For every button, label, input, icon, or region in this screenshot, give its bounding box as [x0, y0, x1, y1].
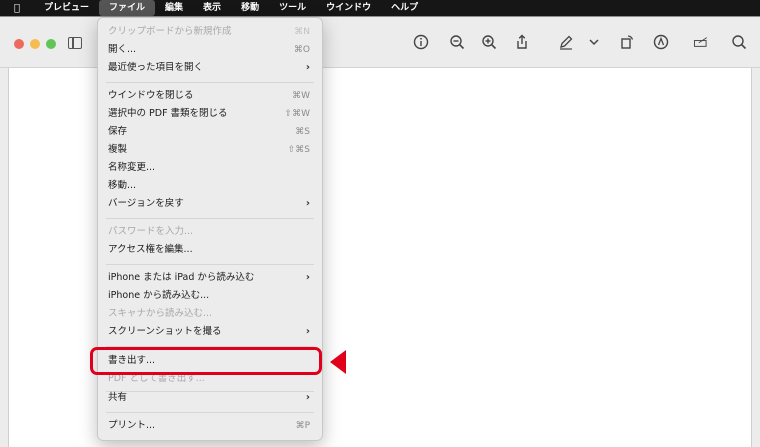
menu-bar:  プレビュー ファイル 編集 表示 移動 ツール ウインドウ ヘルプ [0, 0, 760, 16]
menu-item-rename[interactable]: 名称変更... [98, 160, 322, 176]
zoom-window-button[interactable] [46, 39, 56, 49]
menu-item-new-from-clipboard[interactable]: クリップボードから新規作成 ⌘N [98, 24, 322, 40]
zoom-in-icon[interactable] [480, 34, 498, 52]
chevron-right-icon: › [305, 62, 310, 73]
menu-item-import-from-scanner[interactable]: スキャナから読み込む... [98, 306, 322, 322]
menu-separator [106, 412, 314, 413]
menubar-app[interactable]: プレビュー [34, 0, 99, 16]
share-icon[interactable] [513, 34, 531, 52]
menu-item-edit-permissions[interactable]: アクセス権を編集... [98, 242, 322, 258]
chevron-right-icon: › [305, 326, 310, 337]
apple-logo-icon[interactable]:  [0, 3, 34, 14]
minimize-window-button[interactable] [30, 39, 40, 49]
menu-item-share[interactable]: 共有 › [98, 390, 322, 406]
menu-item-import-from-iphone-ipad[interactable]: iPhone または iPad から読み込む › [98, 270, 322, 286]
menu-item-close-selected-pdf[interactable]: 選択中の PDF 書類を閉じる ⇧⌘W [98, 106, 322, 122]
rotate-icon[interactable] [618, 34, 636, 52]
markup-icon[interactable] [652, 34, 670, 52]
search-icon[interactable] [730, 34, 748, 52]
chevron-right-icon: › [305, 272, 310, 283]
close-window-button[interactable] [14, 39, 24, 49]
menubar-tools[interactable]: ツール [269, 0, 316, 16]
menubar-window[interactable]: ウインドウ [316, 0, 381, 16]
menu-item-save[interactable]: 保存 ⌘S [98, 124, 322, 140]
chevron-down-icon[interactable] [586, 34, 599, 52]
menu-item-open-recent[interactable]: 最近使った項目を開く › [98, 60, 322, 76]
zoom-out-icon[interactable] [448, 34, 466, 52]
sidebar-toggle-icon[interactable] [68, 37, 82, 49]
menu-item-close-window[interactable]: ウインドウを閉じる ⌘W [98, 88, 322, 104]
menubar-go[interactable]: 移動 [231, 0, 269, 16]
menubar-help[interactable]: ヘルプ [381, 0, 428, 16]
chevron-right-icon: › [305, 198, 310, 209]
menubar-edit[interactable]: 編集 [155, 0, 193, 16]
pointer-arrow-icon [330, 350, 346, 374]
menu-item-print[interactable]: プリント... ⌘P [98, 418, 322, 434]
export-highlight-frame [90, 347, 322, 375]
markup-pen-icon[interactable] [557, 34, 575, 52]
chevron-right-icon: › [305, 392, 310, 403]
menu-item-revert-to[interactable]: バージョンを戻す › [98, 196, 322, 212]
menubar-view[interactable]: 表示 [193, 0, 231, 16]
info-icon[interactable] [412, 34, 430, 52]
menu-item-open[interactable]: 開く... ⌘O [98, 42, 322, 58]
menu-item-import-from-iphone[interactable]: iPhone から読み込む... [98, 288, 322, 304]
menu-item-duplicate[interactable]: 複製 ⇧⌘S [98, 142, 322, 158]
menubar-file[interactable]: ファイル [99, 0, 156, 16]
menu-separator [106, 264, 314, 265]
menu-item-enter-password[interactable]: パスワードを入力... [98, 224, 322, 240]
menu-item-move[interactable]: 移動... [98, 178, 322, 194]
menu-item-take-screenshot[interactable]: スクリーンショットを撮る › [98, 324, 322, 340]
menu-separator [106, 82, 314, 83]
sign-icon[interactable] [690, 34, 712, 52]
file-menu: クリップボードから新規作成 ⌘N 開く... ⌘O 最近使った項目を開く › ウ… [97, 17, 323, 441]
menu-separator [106, 218, 314, 219]
